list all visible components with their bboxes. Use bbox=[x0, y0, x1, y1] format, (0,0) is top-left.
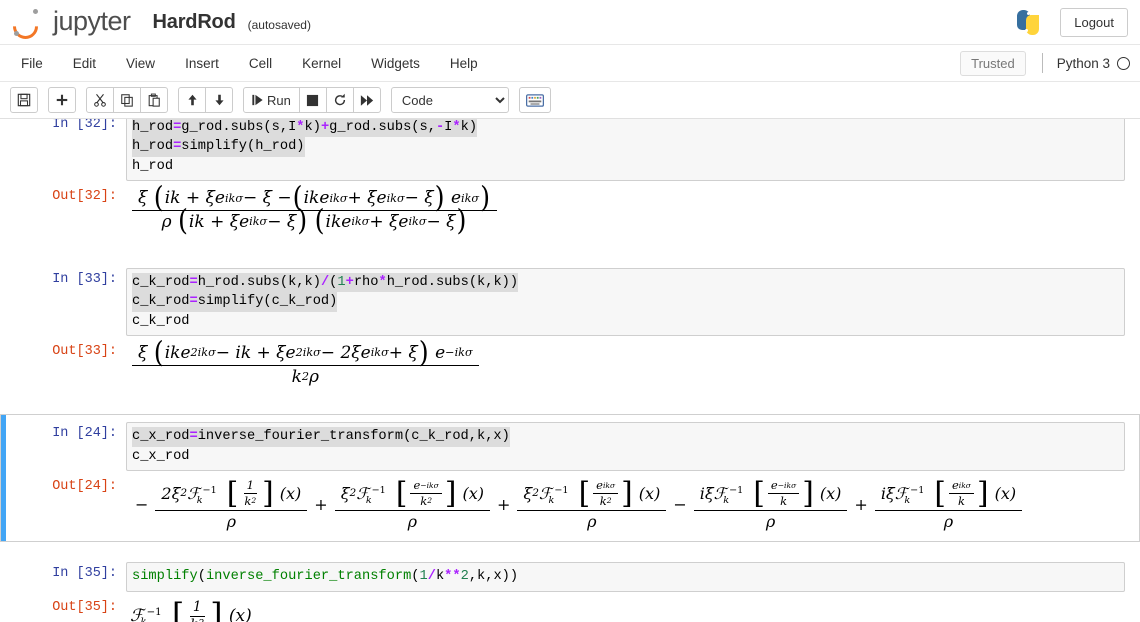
toolbar-group-clipboard bbox=[86, 87, 168, 113]
cell-output-row: Out[32]: ξ (ik + ξe ikσ − ξ − (ike ikσ + ξ… bbox=[1, 183, 1139, 237]
toolbar-group-palette bbox=[518, 87, 551, 113]
cut-button[interactable] bbox=[86, 87, 114, 113]
menu-item-cell[interactable]: Cell bbox=[234, 45, 287, 81]
cut-icon bbox=[94, 93, 106, 107]
toolbar-group-insert bbox=[48, 87, 76, 113]
latex-output-33: ξ (ike 2ikσ − ik + ξe 2ikσ − 2ξe ikσ + ξ) e… bbox=[126, 340, 1125, 390]
input-prompt-24: In [24]: bbox=[52, 426, 117, 442]
notebook-cell-35[interactable]: In [35]: simplify(inverse_fourier_transf… bbox=[0, 554, 1140, 622]
move-cell-down-button[interactable] bbox=[205, 87, 233, 113]
cell-selection-bar bbox=[1, 415, 6, 542]
jupyter-logo-icon bbox=[7, 6, 46, 45]
code-editor-35[interactable]: simplify(inverse_fourier_transform(1/k**… bbox=[126, 562, 1125, 592]
paste-button[interactable] bbox=[140, 87, 168, 113]
autosave-status: (autosaved) bbox=[247, 17, 311, 32]
cell-input-row[interactable]: In [33]: c_k_rod=h_rod.subs(k,k)/(1+rho*… bbox=[1, 266, 1139, 338]
toolbar-group-move bbox=[178, 87, 233, 113]
add-icon bbox=[56, 94, 68, 106]
toolbar-group-save bbox=[10, 87, 38, 113]
math-expression-24: − 2ξ 2 ℱk−1 [1 k 2] (x) ρ + ξ 2 ℱk−1 [e −ikσ k 2]… bbox=[130, 478, 1024, 530]
notebook-cell-24[interactable]: In [24]: c_x_rod=inverse_fourier_transfo… bbox=[0, 414, 1140, 543]
python-logo-icon bbox=[1014, 8, 1042, 36]
output-prompt-24: Out[24]: bbox=[52, 479, 117, 495]
notebook-title[interactable]: HardRod bbox=[153, 11, 236, 34]
menu-item-help[interactable]: Help bbox=[435, 45, 493, 81]
arrow-down-icon bbox=[214, 94, 224, 106]
command-palette-button[interactable] bbox=[518, 87, 551, 113]
copy-button[interactable] bbox=[113, 87, 141, 113]
cell-type-select[interactable]: Code bbox=[390, 87, 509, 113]
menu-item-kernel[interactable]: Kernel bbox=[287, 45, 356, 81]
menu-bar: File Edit View Insert Cell Kernel Widget… bbox=[0, 45, 1140, 82]
arrow-up-icon bbox=[187, 94, 197, 106]
cell-output-row: Out[24]: − 2ξ 2 ℱk−1 [1 k 2] (x) ρ + ξ 2 ℱk−1 … bbox=[1, 473, 1139, 536]
output-prompt-35: Out[35]: bbox=[52, 599, 117, 615]
output-prompt-32: Out[32]: bbox=[52, 189, 117, 205]
notebook-toolbar: Run Code bbox=[0, 82, 1140, 119]
input-prompt-32: In [32]: bbox=[52, 119, 117, 132]
cell-output-row: Out[35]: ℱk−1 [1k2] (x) bbox=[1, 594, 1139, 622]
notebook-cell-32[interactable]: In [32]: h_rod=g_rod.subs(s,I*k)+g_rod.s… bbox=[0, 119, 1140, 244]
run-button-label: Run bbox=[267, 92, 291, 108]
math-expression-33: ξ (ike 2ikσ − ik + ξe 2ikσ − 2ξe ikσ + ξ) e… bbox=[130, 340, 481, 386]
stop-icon bbox=[307, 94, 319, 106]
output-prompt-33: Out[33]: bbox=[52, 344, 117, 360]
save-icon bbox=[17, 93, 31, 107]
copy-icon bbox=[121, 94, 133, 107]
code-editor-32[interactable]: h_rod=g_rod.subs(s,I*k)+g_rod.subs(s,-I*… bbox=[126, 119, 1125, 182]
save-button[interactable] bbox=[10, 87, 38, 113]
toolbar-group-run: Run bbox=[243, 87, 381, 113]
menubar-spacer bbox=[493, 45, 960, 81]
notebook-body: In [32]: h_rod=g_rod.subs(s,I*k)+g_rod.s… bbox=[0, 119, 1140, 622]
menu-item-file[interactable]: File bbox=[6, 45, 58, 81]
restart-icon bbox=[334, 93, 345, 106]
fast-forward-icon bbox=[360, 94, 373, 106]
move-cell-up-button[interactable] bbox=[178, 87, 206, 113]
notebook-cell-33[interactable]: In [33]: c_k_rod=h_rod.subs(k,k)/(1+rho*… bbox=[0, 260, 1140, 399]
restart-run-all-button[interactable] bbox=[352, 87, 381, 113]
interrupt-kernel-button[interactable] bbox=[298, 87, 327, 113]
cell-input-row[interactable]: In [35]: simplify(inverse_fourier_transf… bbox=[1, 560, 1139, 593]
kernel-indicator[interactable]: Python 3 bbox=[1041, 53, 1140, 73]
run-cell-button[interactable]: Run bbox=[243, 87, 300, 113]
kernel-idle-icon bbox=[1117, 56, 1130, 70]
kernel-name-label: Python 3 bbox=[1056, 55, 1110, 71]
input-prompt-33: In [33]: bbox=[52, 271, 117, 287]
menu-item-widgets[interactable]: Widgets bbox=[356, 45, 435, 81]
notebook-header: jupyter HardRod (autosaved) Logout bbox=[0, 0, 1140, 45]
cell-input-row[interactable]: In [32]: h_rod=g_rod.subs(s,I*k)+g_rod.s… bbox=[1, 119, 1139, 183]
cell-input-row[interactable]: In [24]: c_x_rod=inverse_fourier_transfo… bbox=[1, 420, 1139, 473]
menu-item-edit[interactable]: Edit bbox=[58, 45, 111, 81]
trusted-badge[interactable]: Trusted bbox=[960, 50, 1026, 76]
math-expression-35: ℱk−1 [1k2] (x) bbox=[130, 597, 252, 622]
code-editor-24[interactable]: c_x_rod=inverse_fourier_transform(c_k_ro… bbox=[126, 422, 1125, 472]
code-editor-33[interactable]: c_k_rod=h_rod.subs(k,k)/(1+rho*h_rod.sub… bbox=[126, 267, 1125, 337]
latex-output-32: ξ (ik + ξe ikσ − ξ − (ike ikσ + ξe ikσ − ξ)… bbox=[126, 185, 1125, 236]
jupyter-logo-link[interactable]: jupyter bbox=[7, 5, 131, 45]
latex-output-35: ℱk−1 [1k2] (x) bbox=[126, 596, 1125, 622]
logout-button[interactable]: Logout bbox=[1060, 7, 1128, 37]
latex-output-24: − 2ξ 2 ℱk−1 [1 k 2] (x) ρ + ξ 2 ℱk−1 [e −ikσ k 2]… bbox=[126, 475, 1125, 534]
menu-item-insert[interactable]: Insert bbox=[170, 45, 234, 81]
keyboard-icon bbox=[525, 93, 544, 107]
restart-kernel-button[interactable] bbox=[325, 87, 354, 113]
math-expression-32: ξ (ik + ξe ikσ − ξ − (ike ikσ + ξe ikσ − ξ)… bbox=[130, 185, 499, 236]
insert-cell-button[interactable] bbox=[48, 87, 76, 113]
input-prompt-35: In [35]: bbox=[52, 566, 117, 582]
run-icon bbox=[252, 94, 263, 106]
jupyter-wordmark: jupyter bbox=[53, 5, 131, 36]
cell-output-row: Out[33]: ξ (ike 2ikσ − ik + ξe 2ikσ − 2ξe i… bbox=[1, 338, 1139, 392]
menu-item-view[interactable]: View bbox=[111, 45, 170, 81]
paste-icon bbox=[148, 93, 160, 107]
